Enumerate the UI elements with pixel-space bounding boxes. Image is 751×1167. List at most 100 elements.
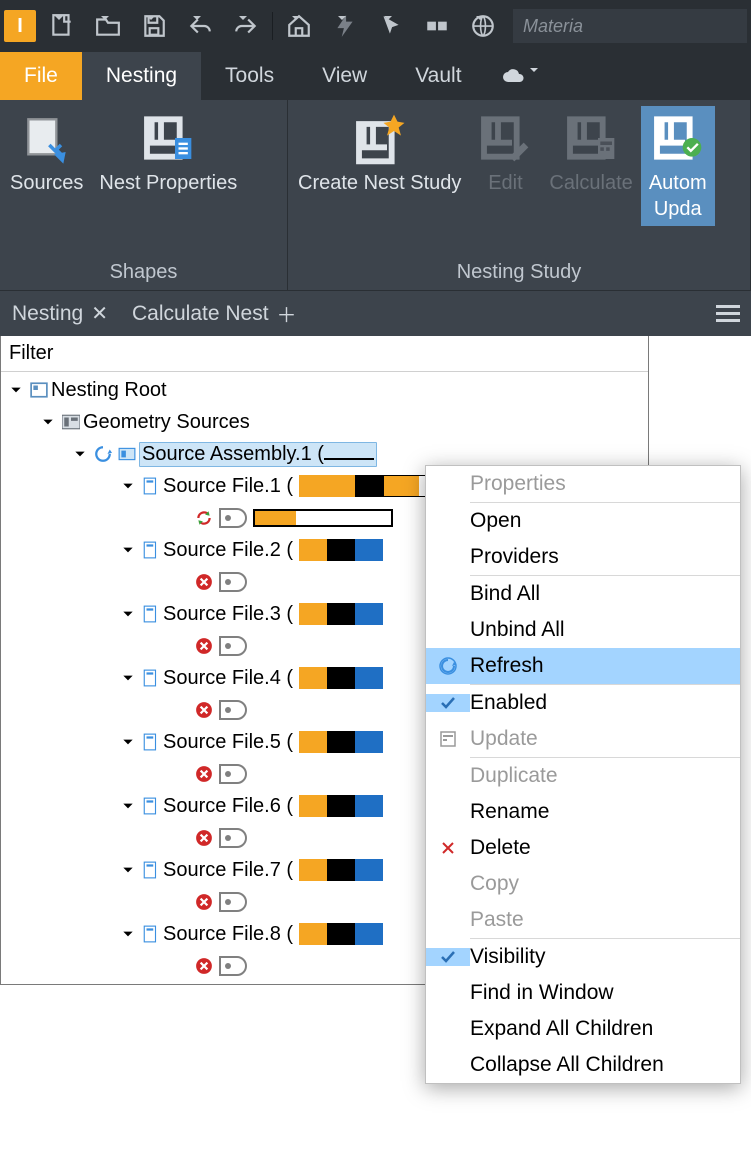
edit-button[interactable]: Edit — [469, 106, 541, 200]
tab-vault[interactable]: Vault — [391, 52, 485, 100]
sources-button[interactable]: Sources — [2, 106, 91, 200]
cm-collapse-all[interactable]: Collapse All Children — [426, 1047, 740, 1083]
calculate-button[interactable]: Calculate — [541, 106, 640, 200]
refresh-icon — [93, 444, 113, 464]
sources-icon — [19, 110, 75, 166]
update-icon — [426, 730, 470, 748]
error-icon — [195, 765, 213, 783]
source-file-icon — [141, 668, 161, 688]
tag-icon — [219, 636, 247, 656]
auto-update-button[interactable]: Autom Upda — [641, 106, 715, 226]
cm-properties[interactable]: Properties — [426, 466, 740, 502]
auto-update-icon — [650, 110, 706, 166]
select-dropdown[interactable] — [371, 8, 411, 44]
expand-icon[interactable] — [119, 605, 137, 623]
cloud-icon — [502, 68, 526, 84]
tab-tools[interactable]: Tools — [201, 52, 298, 100]
cm-open[interactable]: Open — [426, 503, 740, 539]
plus-icon[interactable]: ＋ — [277, 299, 297, 328]
expand-icon[interactable] — [119, 669, 137, 687]
delete-icon — [426, 841, 470, 855]
material-combo[interactable]: Materia — [513, 9, 747, 43]
chevron-down-icon — [147, 16, 173, 42]
filter-field[interactable]: Filter — [1, 336, 648, 372]
tab-file[interactable]: File — [0, 52, 82, 100]
cm-refresh[interactable]: Refresh — [426, 648, 740, 684]
source-file-icon — [141, 540, 161, 560]
redo-dropdown[interactable] — [226, 8, 266, 44]
error-icon — [195, 893, 213, 911]
edit-icon — [477, 110, 533, 166]
nest-properties-button[interactable]: Nest Properties — [91, 106, 245, 200]
tag-icon — [219, 764, 247, 784]
tab-nesting[interactable]: Nesting — [82, 52, 201, 100]
source-file-icon — [141, 732, 161, 752]
cm-visibility[interactable]: Visibility — [426, 939, 740, 975]
close-icon[interactable]: ✕ — [91, 301, 108, 326]
tag-icon — [219, 700, 247, 720]
tree-node-geometry-sources[interactable]: Geometry Sources — [1, 406, 648, 438]
cm-find-in-window[interactable]: Find in Window — [426, 975, 740, 1011]
undo-dropdown[interactable] — [180, 8, 220, 44]
expand-icon[interactable] — [119, 733, 137, 751]
geometry-sources-icon — [61, 412, 81, 432]
team-dropdown[interactable] — [325, 8, 365, 44]
ribbon-group-label: Shapes — [0, 254, 287, 290]
cm-unbind-all[interactable]: Unbind All — [426, 612, 740, 648]
panel-tab-calculate-nest[interactable]: Calculate Nest ＋ — [120, 291, 309, 336]
cm-providers[interactable]: Providers — [426, 539, 740, 575]
source-file-icon — [141, 604, 161, 624]
chevron-down-icon — [338, 16, 364, 42]
cm-duplicate[interactable]: Duplicate — [426, 758, 740, 794]
sync-icon — [195, 509, 213, 527]
expand-icon[interactable] — [119, 925, 137, 943]
expand-icon[interactable] — [119, 477, 137, 495]
cm-enabled[interactable]: Enabled — [426, 685, 740, 721]
chevron-down-icon — [193, 16, 219, 42]
home-dropdown[interactable] — [279, 8, 319, 44]
nest-properties-icon — [140, 110, 196, 166]
expand-icon[interactable] — [7, 381, 25, 399]
source-file-icon — [141, 796, 161, 816]
tab-view[interactable]: View — [298, 52, 391, 100]
cm-copy[interactable]: Copy — [426, 866, 740, 902]
cm-update[interactable]: Update — [426, 721, 740, 757]
cm-expand-all[interactable]: Expand All Children — [426, 1011, 740, 1047]
chevron-down-icon — [476, 16, 502, 42]
ribbon-tabs: File Nesting Tools View Vault — [0, 52, 751, 100]
cm-bind-all[interactable]: Bind All — [426, 576, 740, 612]
appearance-dropdown[interactable] — [463, 8, 503, 44]
expand-icon[interactable] — [71, 445, 89, 463]
new-dropdown[interactable] — [42, 8, 82, 44]
cm-paste[interactable]: Paste — [426, 902, 740, 938]
source-file-icon — [141, 924, 161, 944]
app-logo-icon: I — [4, 10, 36, 42]
expand-icon[interactable] — [119, 861, 137, 879]
error-icon — [195, 829, 213, 847]
create-nest-study-button[interactable]: Create Nest Study — [290, 106, 469, 200]
nesting-root-icon — [29, 380, 49, 400]
cm-delete[interactable]: Delete — [426, 830, 740, 866]
error-icon — [195, 573, 213, 591]
check-icon — [426, 694, 470, 712]
chevron-down-icon — [101, 16, 127, 42]
calculate-icon — [563, 110, 619, 166]
ribbon-group-label: Nesting Study — [288, 254, 750, 290]
check-icon — [426, 948, 470, 966]
expand-icon[interactable] — [119, 541, 137, 559]
panel-tabs: Nesting ✕ Calculate Nest ＋ — [0, 290, 751, 336]
tree-node-root[interactable]: Nesting Root — [1, 374, 648, 406]
chevron-down-icon — [384, 16, 410, 42]
component-button[interactable] — [417, 8, 457, 44]
save-dropdown[interactable] — [134, 8, 174, 44]
cm-rename[interactable]: Rename — [426, 794, 740, 830]
ribbon: Sources Nest Properties Shapes Create Ne… — [0, 100, 751, 290]
refresh-icon — [426, 656, 470, 676]
expand-icon[interactable] — [39, 413, 57, 431]
context-menu: Properties Open Providers Bind All Unbin… — [425, 465, 741, 1084]
autodesk-collab-dropdown[interactable] — [486, 52, 570, 100]
open-dropdown[interactable] — [88, 8, 128, 44]
panel-menu-button[interactable] — [705, 291, 751, 336]
panel-tab-nesting[interactable]: Nesting ✕ — [0, 291, 120, 336]
expand-icon[interactable] — [119, 797, 137, 815]
